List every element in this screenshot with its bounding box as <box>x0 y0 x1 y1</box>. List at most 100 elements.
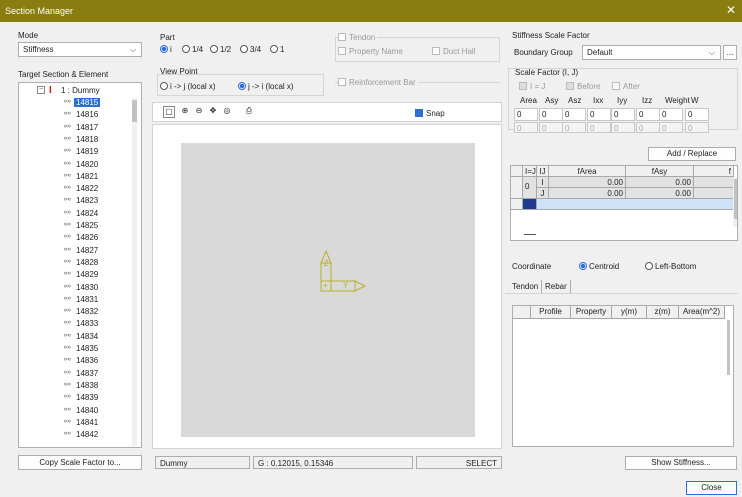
zoom-in-icon[interactable]: ⊕ <box>179 106 191 118</box>
tree-item[interactable]: ⚯ 14840 <box>19 405 129 416</box>
close-icon[interactable]: ✕ <box>726 3 736 17</box>
snap-check[interactable]: Snap <box>415 109 445 118</box>
title-bar: Section Manager ✕ <box>0 0 742 22</box>
rebar-check[interactable]: Reinforcement Bar <box>338 78 418 87</box>
tree-item[interactable]: ⚯ 14818 <box>19 134 129 145</box>
scale-input-j[interactable]: 0 <box>636 122 660 133</box>
boundary-select[interactable]: Default ⌵ <box>582 45 721 60</box>
tree-item[interactable]: ⚯ 14827 <box>19 245 129 256</box>
tree-item[interactable]: ⚯ 14830 <box>19 282 129 293</box>
property-name-check[interactable]: Property Name <box>338 47 403 56</box>
scale-input-j[interactable]: 0 <box>659 122 683 133</box>
grid-f-i[interactable] <box>694 177 734 188</box>
element-tree[interactable]: − I 1 : Dummy ⚯ 14815 ⚯ 14816 ⚯ 14817 ⚯ 14818 ⚯ 1… <box>18 82 142 448</box>
show-stiffness-button[interactable]: Show Stiffness... <box>625 456 737 470</box>
scale-input-j[interactable]: 0 <box>685 122 709 133</box>
tree-item[interactable]: ⚯ 14825 <box>19 220 129 231</box>
tree-item[interactable]: ⚯ 14823 <box>19 195 129 206</box>
tree-item[interactable]: ⚯ 14833 <box>19 318 129 329</box>
scale-factor-grid[interactable]: I=J IJ fArea fAsy f 0 I 0.00 0.00 J 0.00… <box>510 165 738 241</box>
scale-input-j[interactable]: 0 <box>562 122 586 133</box>
tree-item[interactable]: ⚯ 14820 <box>19 159 129 170</box>
part-radio[interactable]: 1 <box>270 45 284 54</box>
tendon-table[interactable]: Profile Property y(m) z(m) Area(m^2) <box>512 305 734 447</box>
tree-item[interactable]: ⚯ 14831 <box>19 294 129 305</box>
tree-scrollbar[interactable] <box>132 98 137 446</box>
grid-farea-j[interactable]: 0.00 <box>549 188 626 199</box>
scale-input-j[interactable]: 0 <box>539 122 563 133</box>
scale-input[interactable]: 0 <box>562 108 586 121</box>
scale-input[interactable]: 0 <box>685 108 709 121</box>
part-radio[interactable]: i <box>160 45 172 54</box>
grid-scrollbar[interactable] <box>733 177 737 227</box>
mode-select[interactable]: Stiffness ⌵ <box>18 42 142 57</box>
element-icon: ⚯ <box>64 232 71 242</box>
tree-item[interactable]: ⚯ 14842 <box>19 429 129 440</box>
tree-item[interactable]: ⚯ 14837 <box>19 368 129 379</box>
tree-item[interactable]: ⚯ 14832 <box>19 306 129 317</box>
tree-item[interactable]: ⚯ 14838 <box>19 380 129 391</box>
zoom-window-icon[interactable]: ◎ <box>221 106 233 118</box>
duct-hall-check[interactable]: Duct Hall <box>432 47 475 56</box>
scale-input[interactable]: 0 <box>514 108 538 121</box>
tree-item[interactable]: ⚯ 14824 <box>19 208 129 219</box>
tree-item[interactable]: ⚯ 14835 <box>19 343 129 354</box>
tab-tendon[interactable]: Tendon <box>509 280 543 294</box>
tree-item[interactable]: ⚯ 14821 <box>19 171 129 182</box>
grid-ij-i[interactable]: I <box>537 177 549 188</box>
copy-scale-factor-button[interactable]: Copy Scale Factor to... <box>18 455 142 470</box>
scale-input[interactable]: 0 <box>611 108 635 121</box>
tree-item[interactable]: ⚯ 14822 <box>19 183 129 194</box>
grid-ij-j[interactable]: J <box>537 188 549 199</box>
tree-item[interactable]: ⚯ 14815 <box>19 97 129 108</box>
ij-check[interactable]: I = J <box>519 82 545 91</box>
close-button[interactable]: Close <box>686 481 737 495</box>
tree-item[interactable]: ⚯ 14836 <box>19 355 129 366</box>
scale-input-j[interactable]: 0 <box>611 122 635 133</box>
tendon-check[interactable]: Tendon <box>338 33 378 42</box>
tab-rebar[interactable]: Rebar <box>541 280 571 294</box>
grid-new-row-selected[interactable] <box>523 199 537 210</box>
viewpoint-radio[interactable]: i -> j (local x) <box>160 82 216 91</box>
tree-item[interactable]: ⚯ 14819 <box>19 146 129 157</box>
grid-fasy-i[interactable]: 0.00 <box>626 177 694 188</box>
tree-item[interactable]: ⚯ 14839 <box>19 392 129 403</box>
grid-group-cell[interactable]: 0 <box>523 177 537 199</box>
part-radio[interactable]: 1/2 <box>210 45 231 54</box>
scale-input[interactable]: 0 <box>539 108 563 121</box>
scale-input-j[interactable]: 0 <box>514 122 538 133</box>
tree-item[interactable]: ⚯ 14828 <box>19 257 129 268</box>
tree-scroll-thumb[interactable] <box>132 100 137 122</box>
zoom-out-icon[interactable]: ⊖ <box>193 106 205 118</box>
grid-fasy-j[interactable]: 0.00 <box>626 188 694 199</box>
scale-input[interactable]: 0 <box>587 108 611 121</box>
part-radio[interactable]: 1/4 <box>182 45 203 54</box>
print-icon[interactable]: ⎙ <box>243 106 255 118</box>
tree-item[interactable]: ⚯ 14841 <box>19 417 129 428</box>
before-check[interactable]: Before <box>566 82 601 91</box>
tree-root[interactable]: − I 1 : Dummy <box>19 85 139 96</box>
tendon-scrollbar[interactable] <box>727 320 731 380</box>
grid-farea-i[interactable]: 0.00 <box>549 177 626 188</box>
section-view[interactable]: Z + Y <box>152 124 502 449</box>
grid-f-j[interactable] <box>694 188 734 199</box>
viewpoint-radio[interactable]: j -> i (local x) <box>238 82 294 91</box>
scale-input[interactable]: 0 <box>659 108 683 121</box>
left-bottom-radio[interactable]: Left-Bottom <box>645 262 696 271</box>
grid-new-row[interactable] <box>537 199 734 210</box>
tree-item[interactable]: ⚯ 14816 <box>19 109 129 120</box>
tree-item[interactable]: ⚯ 14826 <box>19 232 129 243</box>
collapse-icon[interactable]: − <box>37 86 45 94</box>
tree-item[interactable]: ⚯ 14817 <box>19 122 129 133</box>
part-radio[interactable]: 3/4 <box>240 45 261 54</box>
scale-input[interactable]: 0 <box>636 108 660 121</box>
centroid-radio[interactable]: Centroid <box>579 262 619 271</box>
zoom-fit-icon[interactable]: ▢ <box>163 106 175 118</box>
after-check[interactable]: After <box>612 82 640 91</box>
pan-icon[interactable]: ✥ <box>207 106 219 118</box>
tree-item[interactable]: ⚯ 14834 <box>19 331 129 342</box>
boundary-more-button[interactable]: ... <box>723 45 737 60</box>
add-replace-button[interactable]: Add / Replace <box>648 147 736 161</box>
scale-input-j[interactable]: 0 <box>587 122 611 133</box>
tree-item[interactable]: ⚯ 14829 <box>19 269 129 280</box>
